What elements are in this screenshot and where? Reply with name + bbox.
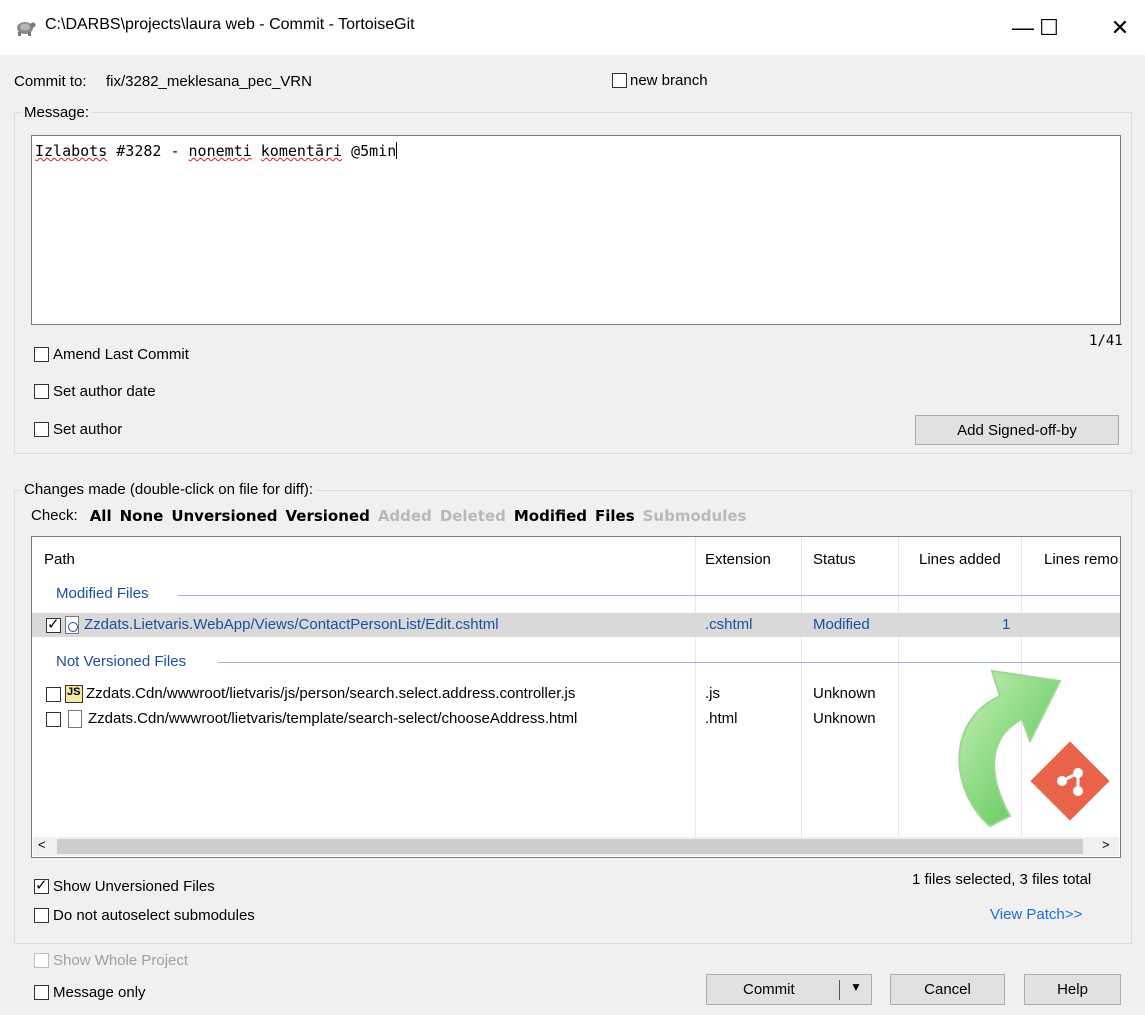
selection-summary: 1 files selected, 3 files total	[912, 871, 1092, 888]
show-unversioned-label: Show Unversioned Files	[53, 878, 215, 895]
group-divider	[178, 595, 1120, 596]
table-row[interactable]: Zzdats.Lietvaris.WebApp/Views/ContactPer…	[32, 613, 1120, 637]
file-extension: .js	[705, 685, 720, 702]
check-unversioned-link[interactable]: Unversioned	[171, 507, 277, 525]
message-word: Izlabots	[35, 142, 108, 160]
message-word: komentāri	[260, 142, 343, 160]
message-word: #3282 -	[107, 142, 189, 160]
show-unversioned-checkbox[interactable]	[34, 877, 49, 894]
dropdown-arrow-icon[interactable]: ▼	[850, 980, 862, 994]
file-extension: .cshtml	[705, 616, 753, 633]
message-only-checkbox[interactable]	[34, 985, 49, 1000]
add-signed-off-by-button[interactable]: Add Signed-off-by	[915, 415, 1119, 445]
column-header-status[interactable]: Status	[802, 537, 899, 581]
set-author-date-checkbox[interactable]	[34, 384, 49, 399]
file-path: Zzdats.Cdn/wwwroot/lietvaris/template/se…	[88, 710, 578, 727]
table-row[interactable]: Zzdats.Cdn/wwwroot/lietvaris/template/se…	[32, 707, 1120, 731]
title-bar: C:\DARBS\projects\laura web - Commit - T…	[0, 0, 1145, 55]
changes-group-label: Changes made (double-click on file for d…	[22, 481, 316, 498]
check-modified-link[interactable]: Modified	[514, 507, 587, 525]
file-status: Unknown	[813, 710, 876, 727]
check-added-link: Added	[377, 507, 432, 525]
show-whole-project-label: Show Whole Project	[53, 952, 189, 969]
group-divider	[218, 662, 1120, 663]
check-none-link[interactable]: None	[120, 507, 164, 525]
cancel-button[interactable]: Cancel	[890, 974, 1005, 1005]
window-title: C:\DARBS\projects\laura web - Commit - T…	[45, 16, 415, 33]
message-group-label: Message:	[22, 104, 92, 121]
group-header-not-versioned: Not Versioned Files	[56, 653, 187, 670]
message-word: @5min	[342, 142, 397, 160]
javascript-file-icon: JS	[65, 685, 83, 703]
column-header-path[interactable]: Path	[32, 537, 696, 581]
set-author-checkbox[interactable]	[34, 422, 49, 437]
check-all-link[interactable]: All	[90, 507, 112, 525]
horizontal-scrollbar[interactable]: < >	[33, 837, 1119, 856]
file-checkbox[interactable]	[46, 616, 61, 633]
new-branch-checkbox[interactable]	[612, 73, 627, 88]
check-label: Check:	[31, 507, 78, 524]
changed-files-list[interactable]: Path Extension Status Lines added Lines …	[31, 536, 1121, 858]
show-whole-project-checkbox	[34, 953, 49, 968]
table-row[interactable]: JS Zzdats.Cdn/wwwroot/lietvaris/js/perso…	[32, 682, 1120, 706]
group-header-modified: Modified Files	[56, 585, 149, 602]
check-versioned-link[interactable]: Versioned	[285, 507, 369, 525]
check-filter-row: Check: All None Unversioned Versioned Ad…	[31, 507, 754, 525]
check-files-link[interactable]: Files	[595, 507, 635, 525]
commit-message-text: Izlabots #3282 - nonemti komentāri @5min	[35, 142, 398, 160]
amend-last-commit-checkbox[interactable]	[34, 347, 49, 362]
commit-to-label: Commit to:	[14, 73, 87, 90]
file-extension: .html	[705, 710, 738, 727]
check-submodules-link: Submodules	[642, 507, 747, 525]
check-deleted-link: Deleted	[439, 507, 506, 525]
message-word	[252, 142, 261, 160]
commit-button[interactable]: Commit ▼	[706, 974, 872, 1005]
tortoisegit-watermark-icon	[958, 669, 1110, 828]
maximize-button[interactable]: ☐	[1024, 10, 1074, 46]
set-author-label: Set author	[53, 421, 123, 438]
column-header-extension[interactable]: Extension	[696, 537, 802, 581]
file-status: Modified	[813, 616, 870, 633]
modified-file-icon	[65, 616, 79, 634]
column-header-lines-removed[interactable]: Lines remo	[1022, 537, 1120, 581]
commit-message-input[interactable]: Izlabots #3282 - nonemti komentāri @5min	[31, 135, 1121, 325]
message-only-label: Message only	[53, 984, 146, 1001]
file-lines-added: 1	[1002, 616, 1011, 633]
generic-file-icon	[68, 710, 82, 728]
help-button[interactable]: Help	[1024, 974, 1121, 1005]
message-word: nonemti	[188, 142, 252, 160]
scroll-left-arrow-icon[interactable]: <	[38, 837, 46, 852]
message-char-counter: 1/41	[1089, 333, 1123, 349]
text-caret	[396, 142, 398, 159]
commit-button-label: Commit	[743, 981, 795, 998]
view-patch-link[interactable]: View Patch>>	[990, 906, 1082, 923]
amend-last-commit-label: Amend Last Commit	[53, 346, 189, 363]
new-branch-label: new branch	[630, 72, 708, 89]
file-checkbox[interactable]	[46, 687, 61, 702]
close-button[interactable]: ✕	[1095, 10, 1145, 46]
set-author-date-label: Set author date	[53, 383, 156, 400]
file-path: Zzdats.Lietvaris.WebApp/Views/ContactPer…	[84, 616, 499, 633]
file-checkbox[interactable]	[46, 712, 61, 727]
split-divider	[839, 980, 840, 1000]
column-header-lines-added[interactable]: Lines added	[899, 537, 1022, 581]
scroll-right-arrow-icon[interactable]: >	[1102, 837, 1110, 852]
file-status: Unknown	[813, 685, 876, 702]
no-autoselect-submodules-label: Do not autoselect submodules	[53, 907, 255, 924]
scrollbar-thumb[interactable]	[57, 839, 1083, 854]
file-path: Zzdats.Cdn/wwwroot/lietvaris/js/person/s…	[86, 685, 576, 702]
tortoisegit-app-icon	[17, 22, 36, 36]
no-autoselect-submodules-checkbox[interactable]	[34, 908, 49, 923]
commit-branch-name: fix/3282_meklesana_pec_VRN	[106, 73, 312, 90]
